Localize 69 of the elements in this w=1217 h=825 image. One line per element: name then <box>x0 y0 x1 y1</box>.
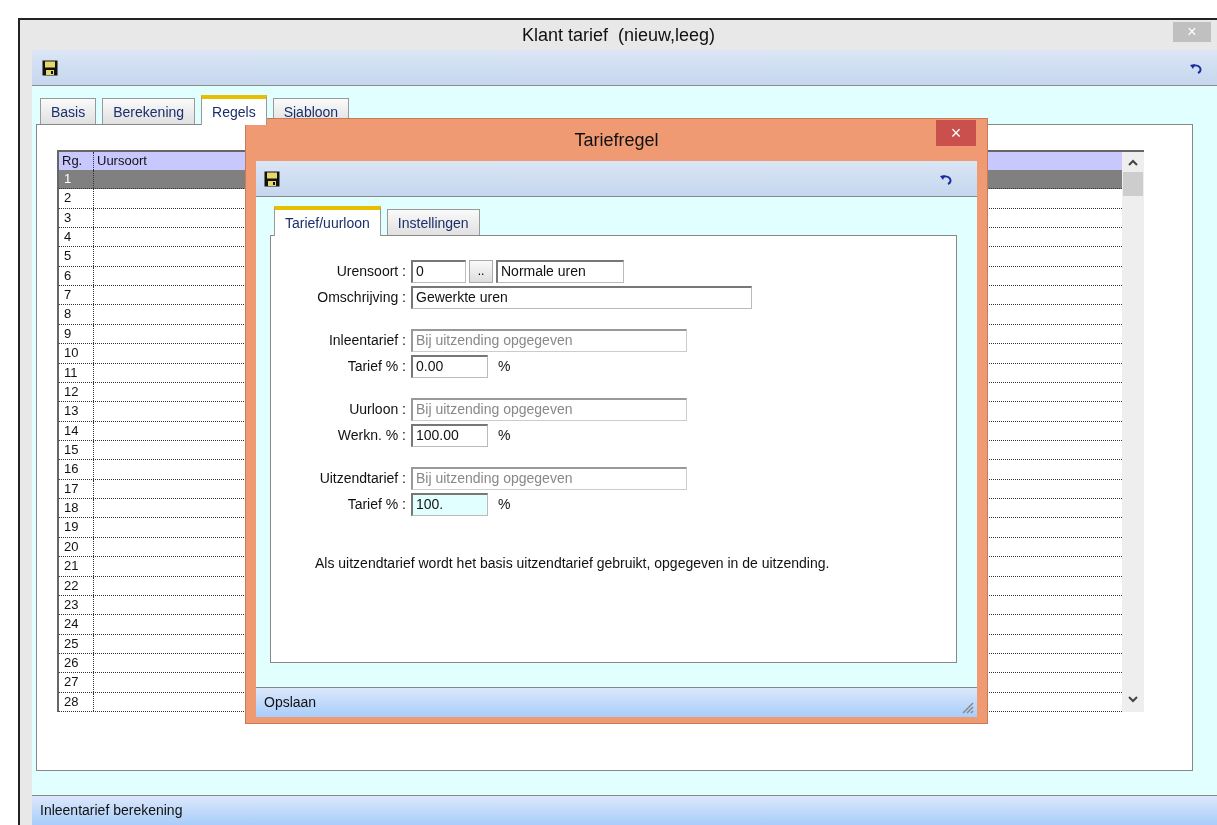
field-label: Uurloon : <box>348 399 407 419</box>
row-number: 28 <box>59 692 94 712</box>
row-number: 1 <box>59 169 94 189</box>
scroll-up-icon[interactable] <box>1127 158 1139 168</box>
input-field[interactable]: 100. <box>411 492 488 516</box>
status-text: Inleentarief berekening <box>40 801 183 820</box>
tab[interactable]: Tarief/uurloon <box>274 206 381 236</box>
input-field: Bij uitzending opgegeven <box>411 328 687 352</box>
row-number: 8 <box>59 305 94 324</box>
unit-label: % <box>498 494 511 514</box>
unit-label: % <box>498 425 511 445</box>
scroll-thumb[interactable] <box>1123 172 1143 196</box>
row-number: 24 <box>59 615 94 634</box>
status-text: Opslaan <box>264 693 317 712</box>
row-number: 13 <box>59 402 94 421</box>
tab[interactable]: Basis <box>40 98 97 124</box>
row-number: 11 <box>59 363 94 382</box>
row-number: 9 <box>59 324 94 344</box>
row-number: 18 <box>59 499 94 518</box>
field-label: Tarief % : <box>346 494 407 514</box>
scroll-down-icon[interactable] <box>1127 694 1139 704</box>
row-number: 4 <box>59 228 94 247</box>
field-label: Uitzendtarief : <box>318 468 407 488</box>
field-label: Werkn. % : <box>336 425 407 445</box>
input-field[interactable]: Gewerkte uren <box>411 285 752 309</box>
row-number: 10 <box>59 344 94 363</box>
input-field: Bij uitzending opgegeven <box>411 397 687 421</box>
close-button[interactable]: × <box>936 120 976 146</box>
scrollbar[interactable] <box>1122 152 1144 712</box>
row-number: 27 <box>59 673 94 692</box>
input-field: Bij uitzending opgegeven <box>411 466 687 490</box>
field-label: Tarief % : <box>346 356 407 376</box>
column-header: Rg. <box>59 152 94 170</box>
resize-grip-icon[interactable] <box>960 700 974 714</box>
tab[interactable]: Regels <box>201 95 267 125</box>
row-number: 5 <box>59 247 94 266</box>
row-number: 23 <box>59 595 94 615</box>
row-number: 16 <box>59 460 94 479</box>
save-icon[interactable] <box>42 59 58 76</box>
row-number: 20 <box>59 537 94 557</box>
field-label: Omschrijving : <box>316 287 407 307</box>
unit-label: % <box>498 356 511 376</box>
field-label: Urensoort : <box>335 261 407 281</box>
row-number: 3 <box>59 208 94 228</box>
input-field[interactable]: 100.00 <box>411 423 488 447</box>
field-label: Inleentarief : <box>327 330 407 350</box>
row-number: 2 <box>59 189 94 208</box>
row-number: 25 <box>59 634 94 653</box>
input-field[interactable]: Normale uren <box>496 259 624 283</box>
input-field[interactable]: 0 <box>411 259 466 283</box>
row-number: 17 <box>59 479 94 499</box>
row-number: 12 <box>59 382 94 402</box>
tab[interactable]: Instellingen <box>386 209 480 235</box>
note-text: Als uitzendtarief wordt het basis uitzendtarief gebruikt, opgegeven in de uitzending. <box>315 554 831 573</box>
column-header: Uursoort <box>96 152 147 170</box>
row-number: 21 <box>59 557 94 576</box>
dialog-title: Tariefregel <box>574 128 659 152</box>
save-icon[interactable] <box>264 170 280 187</box>
input-field[interactable]: 0.00 <box>411 354 488 378</box>
lookup-button[interactable]: .. <box>469 259 493 283</box>
row-number: 19 <box>59 518 94 537</box>
window-title: Klant tarief (nieuw,leeg) <box>521 23 716 47</box>
row-number: 15 <box>59 441 94 460</box>
row-number: 6 <box>59 266 94 286</box>
row-number: 7 <box>59 286 94 305</box>
row-number: 22 <box>59 576 94 595</box>
row-number: 14 <box>59 421 94 440</box>
tab[interactable]: Berekening <box>102 98 196 124</box>
row-number: 26 <box>59 653 94 673</box>
